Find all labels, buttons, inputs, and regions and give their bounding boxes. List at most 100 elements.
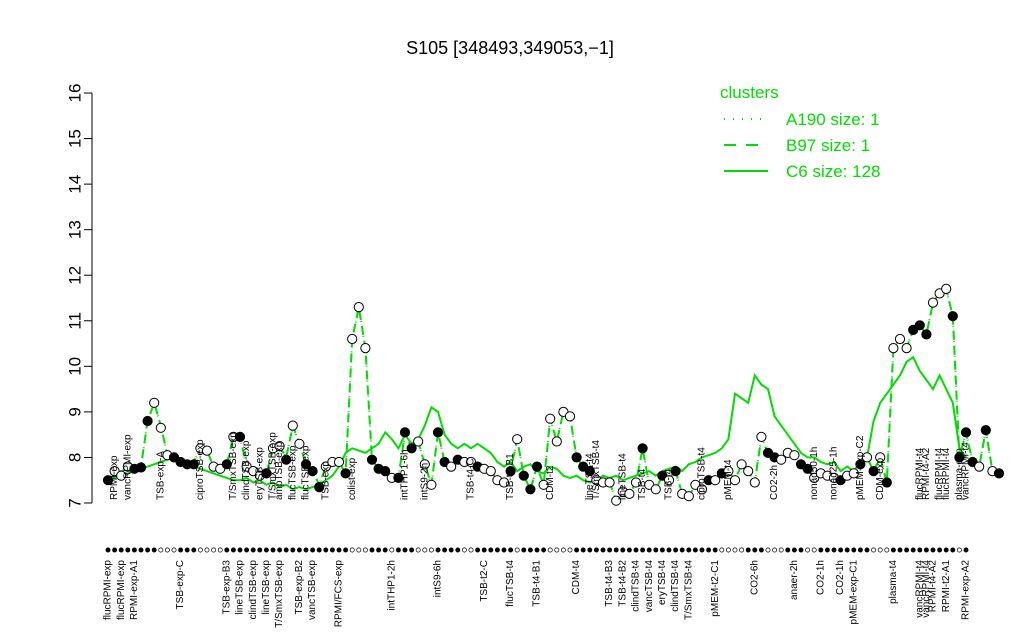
point-label: CDM-exp [875, 457, 886, 500]
rug-marker [963, 547, 969, 553]
data-point [980, 425, 991, 436]
rug-marker [930, 547, 936, 553]
x-tick-label: TSB-exp-B2 [294, 560, 305, 615]
legend: clusters A190 size: 1 B97 size: 1 C6 size:… [720, 83, 881, 181]
x-tick-label: CO2-1h [835, 560, 846, 595]
rug-marker [699, 547, 705, 553]
rug-marker [217, 547, 223, 553]
legend-label: C6 size: 128 [786, 162, 881, 181]
rug-marker [937, 547, 943, 553]
rug-marker [118, 547, 124, 553]
rug-marker [125, 547, 131, 553]
legend-label: B97 size: 1 [786, 136, 870, 155]
x-tick-label: flucRPMI-exp [103, 560, 114, 620]
rug-marker [646, 547, 652, 553]
point-label: flucTSB-exp [301, 445, 312, 500]
rug-marker [112, 547, 118, 553]
x-tick-label: RPMI-t4-A2 [928, 560, 939, 613]
data-point [927, 297, 939, 308]
point-label: lineTSB-t4 [617, 453, 628, 500]
rug-marker [303, 547, 309, 553]
rug-marker [402, 547, 408, 553]
point-label: vancRPMI-exp [122, 434, 133, 500]
rug-marker [679, 547, 685, 553]
point-label: T/SmxTSB-t4 [591, 440, 602, 500]
rug-marker [158, 547, 164, 553]
data-point [353, 302, 364, 313]
x-tick-label: RPMI/FCS-exp [334, 560, 345, 628]
x-tick-label: vancTSB-exp [307, 560, 318, 620]
rug-marker [389, 547, 395, 553]
x-tick-label: lineTSB-exp [261, 560, 272, 615]
rug-marker [197, 547, 203, 553]
rug-marker [712, 547, 718, 553]
rug-marker [448, 547, 454, 553]
y-tick-label: 8 [65, 453, 84, 462]
x-tick-label: TSB-t4-B2 [617, 560, 628, 607]
x-tick-label: pMEM-exp-C1 [848, 560, 859, 625]
data-point [604, 477, 615, 488]
rug-marker [501, 547, 507, 553]
rug-marker [290, 547, 296, 553]
point-label: CDM-t2 [545, 465, 556, 500]
point-label: ciproTSB-t4 [697, 447, 708, 500]
rug-marker [791, 547, 797, 553]
x-tick-label: eryTSB-t4 [657, 560, 668, 605]
rug-marker [653, 547, 659, 553]
bottom-markers [105, 547, 969, 553]
rug-marker [435, 547, 441, 553]
rug-marker [831, 547, 837, 553]
rug-marker [164, 547, 170, 553]
x-tick-label: TSB-t4-B3 [604, 560, 615, 607]
point-label: TSB-t4 [664, 468, 675, 500]
rug-marker [514, 547, 520, 553]
point-label: TSB-t2-B1 [505, 453, 516, 500]
rug-marker [910, 547, 916, 553]
rug-marker [607, 547, 613, 553]
data-point [366, 454, 378, 465]
rug-marker [798, 547, 804, 553]
data-point [149, 397, 160, 408]
point-label: TSB-exp [320, 461, 331, 500]
rug-marker [857, 547, 863, 553]
rug-marker [574, 547, 580, 553]
data-point [399, 427, 411, 438]
y-tick-label: 13 [65, 220, 84, 239]
point-label: RPMI-exp [109, 455, 120, 500]
rug-marker [844, 547, 850, 553]
x-tick-label: intS9-6h [433, 560, 444, 597]
y-tick-label: 7 [65, 498, 84, 507]
x-tick-label: TSB-t4-B1 [532, 560, 543, 607]
rug-marker [765, 547, 771, 553]
rug-marker [145, 547, 151, 553]
x-tick-label: RPMI-exp-A2 [961, 560, 972, 620]
point-label: intS9-2h [419, 463, 430, 500]
rug-marker [758, 547, 764, 553]
rug-marker [230, 547, 236, 553]
rug-marker [752, 547, 758, 553]
data-point [512, 434, 523, 445]
y-axis: 7 8 9 10 11 12 13 14 15 16 [65, 84, 93, 508]
rug-marker [263, 547, 269, 553]
data-point [545, 413, 556, 424]
rug-marker [277, 547, 283, 553]
x-tick-label: clindTSB-t4 [631, 560, 642, 612]
rug-marker [131, 547, 137, 553]
x-tick-label: flucTSB-t4 [505, 560, 516, 607]
rug-marker [534, 547, 540, 553]
y-tick-label: 14 [65, 175, 84, 194]
chart-svg: S105 [348493,349053,−1] 7 8 9 10 11 12 13 14 15 1… [65, 38, 1005, 628]
x-labels: flucRPMI-exp flucRPMI-exp RPMI-exp-A1 TSB-e… [103, 560, 972, 628]
point-label: nonad50-1h [809, 447, 820, 500]
data-point [287, 420, 298, 431]
point-label: TSB-t4 [637, 468, 648, 500]
y-tick-label: 12 [65, 266, 84, 285]
x-tick-label: RPMI-exp-A1 [129, 560, 140, 620]
data-point [432, 427, 444, 438]
rug-marker [395, 547, 401, 553]
rug-marker [917, 547, 923, 553]
rug-marker [593, 547, 599, 553]
data-point [531, 461, 543, 472]
rug-marker [422, 547, 428, 553]
chart-title: S105 [348493,349053,−1] [406, 38, 614, 58]
